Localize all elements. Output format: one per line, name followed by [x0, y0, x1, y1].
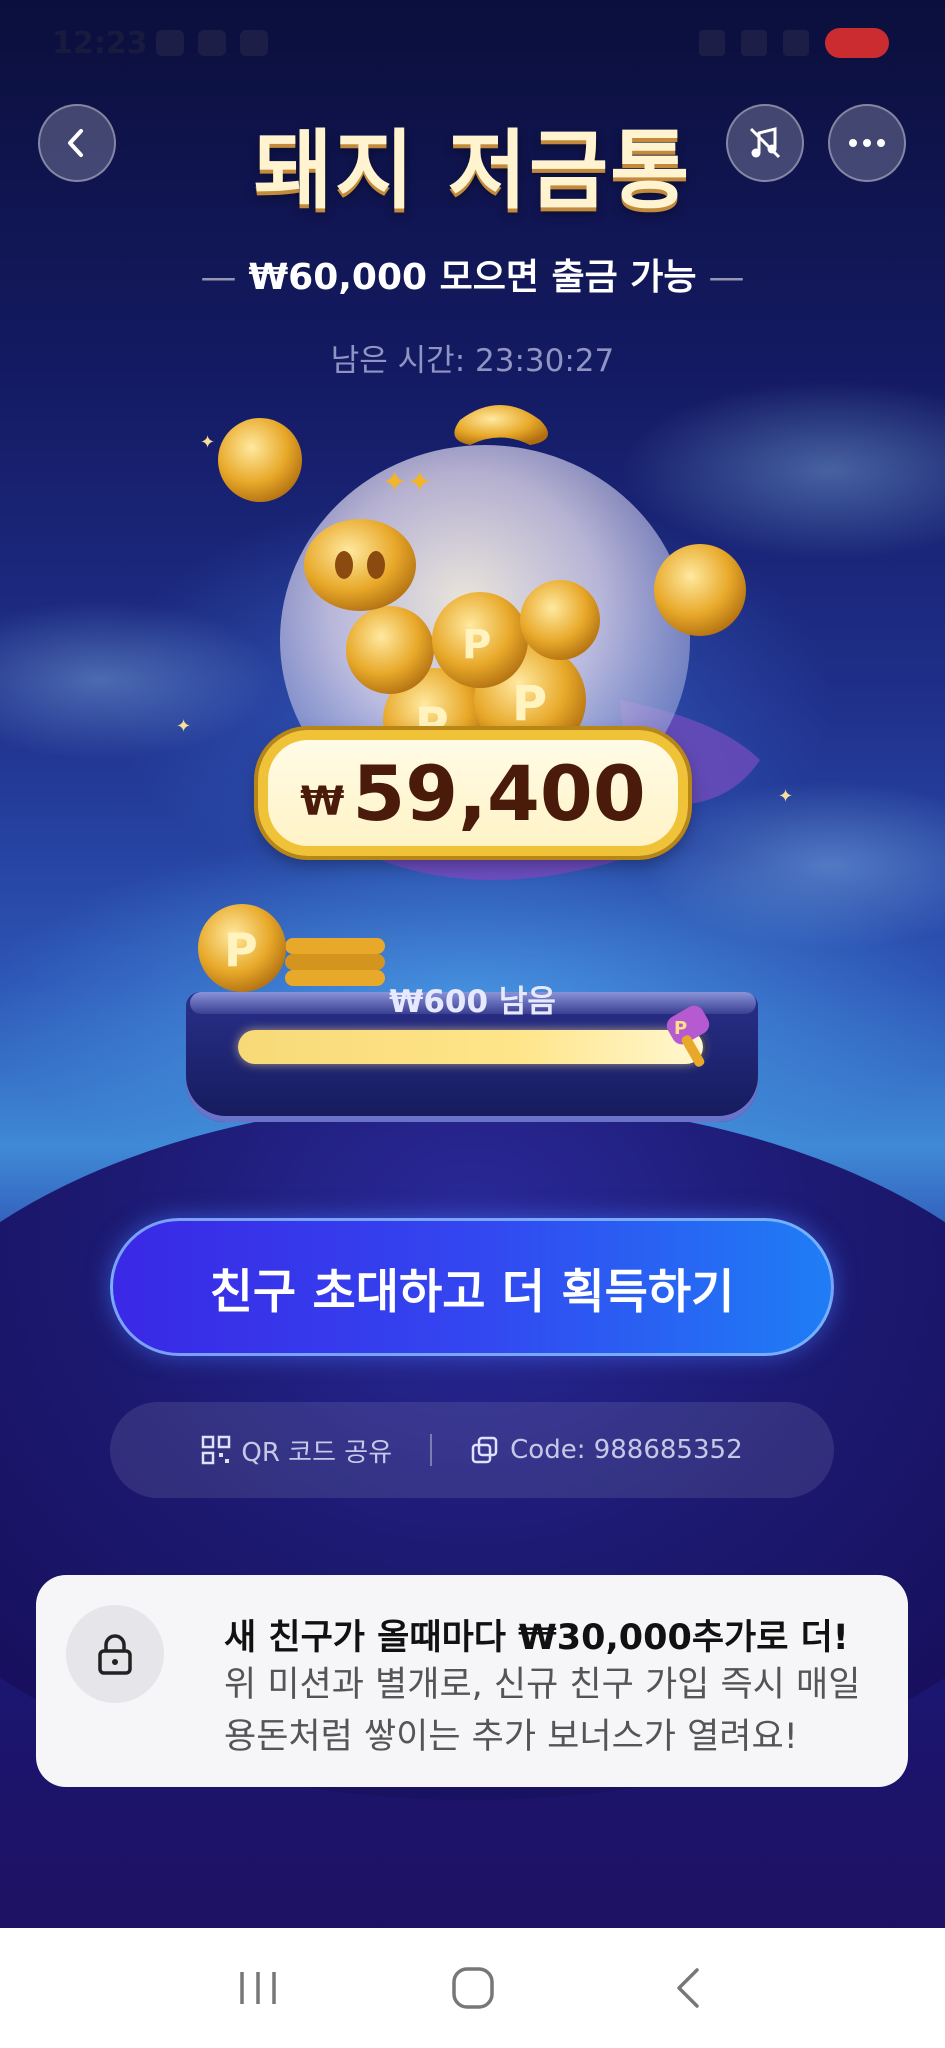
status-bar: 12:23: [0, 0, 945, 88]
sparkle-icon: ✦: [778, 786, 794, 807]
more-icon: [849, 139, 885, 147]
wifi-icon: [741, 30, 767, 56]
lock-badge: [66, 1605, 164, 1703]
copy-icon: [471, 1436, 498, 1464]
app-notification-icon: [156, 30, 184, 56]
sound-toggle-button[interactable]: [726, 104, 804, 182]
svg-text:P: P: [512, 676, 547, 732]
remaining-amount: ₩600 남음: [389, 984, 556, 1020]
svg-text:P: P: [674, 1018, 687, 1039]
invite-friends-button[interactable]: 친구 초대하고 더 획득하기: [110, 1218, 834, 1356]
qr-share-button[interactable]: QR 코드 공유: [201, 1432, 392, 1469]
svg-text:P: P: [224, 923, 258, 977]
hammer-icon: P: [666, 1005, 710, 1067]
bonus-title: 새 친구가 올때마다 ₩30,000추가로 더!: [224, 1618, 849, 1658]
bonus-card: 새 친구가 올때마다 ₩30,000추가로 더! 위 미션과 별개로, 신규 친…: [36, 1575, 908, 1787]
sparkle-icon: ✦: [176, 716, 192, 737]
savings-progress-bar: [238, 1030, 708, 1064]
withdraw-condition-text: ₩60,000 모으면 출금 가능: [248, 257, 697, 298]
signal-icon: [783, 30, 809, 56]
copy-code-button[interactable]: Code: 988685352: [470, 1435, 743, 1465]
svg-text:P: P: [462, 622, 491, 668]
svg-text:✦✦: ✦✦: [382, 465, 432, 500]
piggy-bank-screen: ✦ ✦ ✦ 12:23 돼지 저금통 — ₩60,000 모으면 출금 가능 —…: [0, 0, 945, 2048]
home-button[interactable]: [433, 1958, 513, 2018]
qr-icon: [202, 1435, 231, 1465]
message-notification-icon: [240, 30, 268, 56]
balance-currency: ₩: [300, 779, 345, 825]
remaining-time: 남은 시간: 23:30:27: [330, 343, 615, 379]
more-options-button[interactable]: [828, 104, 906, 182]
music-off-icon: [749, 127, 781, 159]
system-back-button[interactable]: [648, 1958, 728, 2018]
system-nav-bar: [0, 1928, 945, 2048]
page-title: 돼지 저금통: [253, 121, 692, 221]
balance-amount: 59,400: [352, 748, 646, 838]
bonus-description: 위 미션과 별개로, 신규 친구 가입 즉시 매일 용돈처럼 쌓이는 추가 보너…: [224, 1665, 861, 1757]
recents-button[interactable]: [218, 1958, 298, 2018]
qr-share-label: QR 코드 공유: [241, 1437, 393, 1468]
withdraw-condition: — ₩60,000 모으면 출금 가능 —: [200, 257, 745, 298]
share-divider: [430, 1434, 433, 1466]
savings-progress-fill: [238, 1030, 704, 1064]
status-notification-icons: [156, 30, 268, 56]
nav-back-icon: [676, 1968, 699, 2008]
share-bar: QR 코드 공유 Code: 988685352: [110, 1402, 834, 1498]
balance-plate: ₩ 59,400: [258, 730, 688, 856]
home-icon: [451, 1967, 494, 2009]
battery-icon: [825, 28, 889, 58]
chat-notification-icon: [198, 30, 226, 56]
status-system-icons: [699, 28, 889, 58]
status-time: 12:23: [52, 26, 148, 61]
invite-code: Code: 988685352: [510, 1435, 743, 1465]
lock-icon: [98, 1634, 132, 1675]
alarm-icon: [699, 30, 725, 56]
recents-icon: [239, 1972, 276, 2004]
